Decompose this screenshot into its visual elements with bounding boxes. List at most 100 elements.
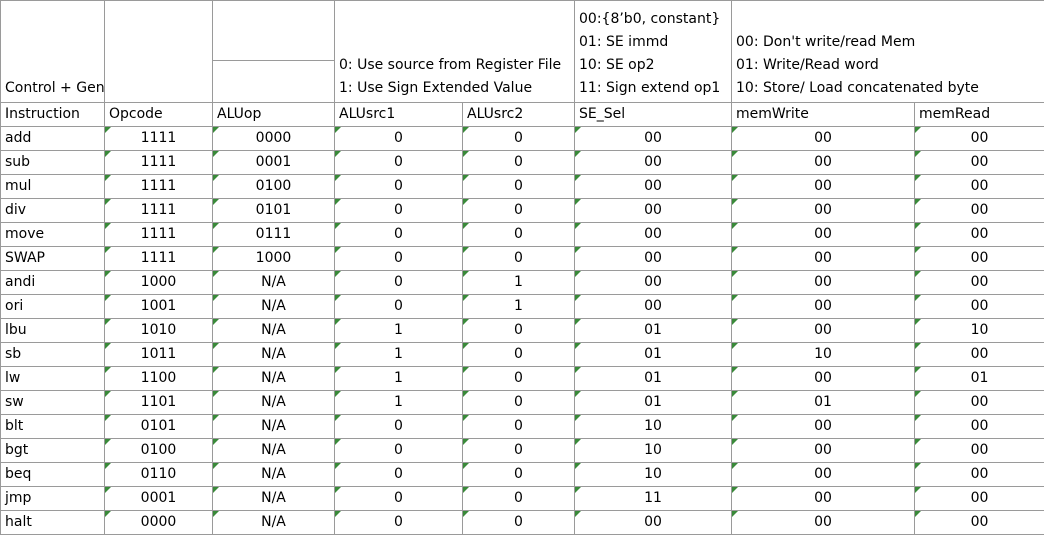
opcode-cell[interactable]: 1001 — [104, 294, 213, 319]
memread-cell[interactable]: 00 — [914, 390, 1044, 415]
aluop-cell[interactable]: N/A — [212, 318, 335, 343]
memread-cell[interactable]: 00 — [914, 270, 1044, 295]
se-sel-cell[interactable]: 01 — [574, 318, 733, 343]
opcode-cell[interactable]: 0101 — [104, 414, 213, 439]
se-sel-cell[interactable]: 00 — [574, 174, 733, 199]
opcode-cell[interactable]: 0000 — [104, 510, 213, 535]
memwrite-cell[interactable]: 00 — [731, 126, 916, 151]
alusrc2-cell[interactable]: 0 — [461, 366, 576, 391]
opcode-cell[interactable]: 1000 — [104, 270, 213, 295]
aluop-header-split-cell[interactable] — [212, 0, 335, 103]
memwrite-cell[interactable]: 00 — [731, 150, 916, 175]
alusrc1-cell[interactable]: 0 — [334, 414, 463, 439]
alusrc1-cell[interactable]: 1 — [334, 366, 463, 391]
memread-cell[interactable]: 00 — [914, 438, 1044, 463]
aluop-cell[interactable]: N/A — [212, 486, 335, 511]
instruction-cell[interactable]: beq — [0, 462, 105, 487]
aluop-cell[interactable]: N/A — [212, 294, 335, 319]
memwrite-cell[interactable]: 01 — [731, 390, 916, 415]
se-sel-cell[interactable]: 00 — [574, 294, 733, 319]
instruction-cell[interactable]: ori — [0, 294, 105, 319]
instruction-cell[interactable]: blt — [0, 414, 105, 439]
aluop-cell[interactable]: N/A — [212, 414, 335, 439]
memread-cell[interactable]: 00 — [914, 462, 1044, 487]
se-sel-cell[interactable]: 10 — [574, 462, 733, 487]
alusrc2-cell[interactable]: 0 — [461, 414, 576, 439]
column-header[interactable]: ALUsrc1 — [334, 102, 463, 127]
instruction-cell[interactable]: add — [0, 126, 105, 151]
instruction-cell[interactable]: lbu — [0, 318, 105, 343]
column-header[interactable]: ALUop — [212, 102, 335, 127]
se-sel-cell[interactable]: 00 — [574, 126, 733, 151]
memread-cell[interactable]: 00 — [914, 486, 1044, 511]
aluop-cell[interactable]: 1000 — [212, 246, 335, 271]
column-header[interactable]: Opcode — [104, 102, 213, 127]
aluop-cell[interactable]: N/A — [212, 438, 335, 463]
column-header[interactable]: SE_Sel — [574, 102, 733, 127]
instruction-cell[interactable]: jmp — [0, 486, 105, 511]
instruction-cell[interactable]: sb — [0, 342, 105, 367]
memwrite-cell[interactable]: 00 — [731, 438, 916, 463]
instruction-cell[interactable]: SWAP — [0, 246, 105, 271]
opcode-cell[interactable]: 1111 — [104, 246, 213, 271]
instruction-cell[interactable]: sub — [0, 150, 105, 175]
se-sel-cell[interactable]: 00 — [574, 246, 733, 271]
column-header[interactable]: memWrite — [731, 102, 916, 127]
instruction-cell[interactable]: andi — [0, 270, 105, 295]
alusrc2-cell[interactable]: 0 — [461, 174, 576, 199]
se-sel-cell[interactable]: 01 — [574, 342, 733, 367]
memread-cell[interactable]: 10 — [914, 318, 1044, 343]
alusrc-legend-cell[interactable]: 0: Use source from Register File 1: Use … — [333, 0, 576, 103]
alusrc2-cell[interactable]: 0 — [461, 462, 576, 487]
column-header[interactable]: Instruction — [0, 102, 105, 127]
memread-cell[interactable]: 00 — [914, 294, 1044, 319]
aluop-cell[interactable]: 0111 — [212, 222, 335, 247]
opcode-cell[interactable]: 0100 — [104, 438, 213, 463]
blank-header-cell[interactable] — [104, 0, 213, 103]
memread-cell[interactable]: 00 — [914, 510, 1044, 535]
instruction-cell[interactable]: lw — [0, 366, 105, 391]
memwrite-cell[interactable]: 00 — [731, 246, 916, 271]
alusrc1-cell[interactable]: 0 — [334, 462, 463, 487]
alusrc2-cell[interactable]: 0 — [461, 198, 576, 223]
alusrc1-cell[interactable]: 1 — [334, 342, 463, 367]
alusrc2-cell[interactable]: 0 — [461, 222, 576, 247]
instruction-cell[interactable]: move — [0, 222, 105, 247]
memwrite-cell[interactable]: 00 — [731, 318, 916, 343]
alusrc1-cell[interactable]: 0 — [334, 510, 463, 535]
memread-cell[interactable]: 00 — [914, 126, 1044, 151]
memwrite-cell[interactable]: 00 — [731, 198, 916, 223]
memread-cell[interactable]: 00 — [914, 342, 1044, 367]
aluop-cell[interactable]: N/A — [212, 510, 335, 535]
column-header[interactable]: ALUsrc2 — [461, 102, 576, 127]
memread-cell[interactable]: 01 — [914, 366, 1044, 391]
se-sel-cell[interactable]: 10 — [574, 438, 733, 463]
se-sel-cell[interactable]: 11 — [574, 486, 733, 511]
alusrc2-cell[interactable]: 0 — [461, 390, 576, 415]
opcode-cell[interactable]: 1100 — [104, 366, 213, 391]
opcode-cell[interactable]: 1111 — [104, 126, 213, 151]
alusrc2-cell[interactable]: 0 — [461, 486, 576, 511]
opcode-cell[interactable]: 1111 — [104, 174, 213, 199]
instruction-cell[interactable]: sw — [0, 390, 105, 415]
memread-cell[interactable]: 00 — [914, 174, 1044, 199]
opcode-cell[interactable]: 1011 — [104, 342, 213, 367]
memwrite-cell[interactable]: 00 — [731, 366, 916, 391]
opcode-cell[interactable]: 1111 — [104, 222, 213, 247]
memwrite-cell[interactable]: 00 — [731, 174, 916, 199]
memwrite-cell[interactable]: 00 — [731, 462, 916, 487]
alusrc1-cell[interactable]: 0 — [334, 486, 463, 511]
instruction-cell[interactable]: halt — [0, 510, 105, 535]
table-title-cell[interactable]: Control + General TT — [0, 0, 105, 103]
memread-cell[interactable]: 00 — [914, 414, 1044, 439]
se-sel-cell[interactable]: 00 — [574, 222, 733, 247]
instruction-cell[interactable]: mul — [0, 174, 105, 199]
aluop-cell[interactable]: N/A — [212, 366, 335, 391]
se-sel-cell[interactable]: 00 — [574, 510, 733, 535]
alusrc1-cell[interactable]: 1 — [334, 318, 463, 343]
se-sel-cell[interactable]: 00 — [574, 270, 733, 295]
alusrc2-cell[interactable]: 0 — [461, 438, 576, 463]
memwrite-cell[interactable]: 00 — [731, 294, 916, 319]
aluop-cell[interactable]: N/A — [212, 270, 335, 295]
memwrite-cell[interactable]: 00 — [731, 414, 916, 439]
